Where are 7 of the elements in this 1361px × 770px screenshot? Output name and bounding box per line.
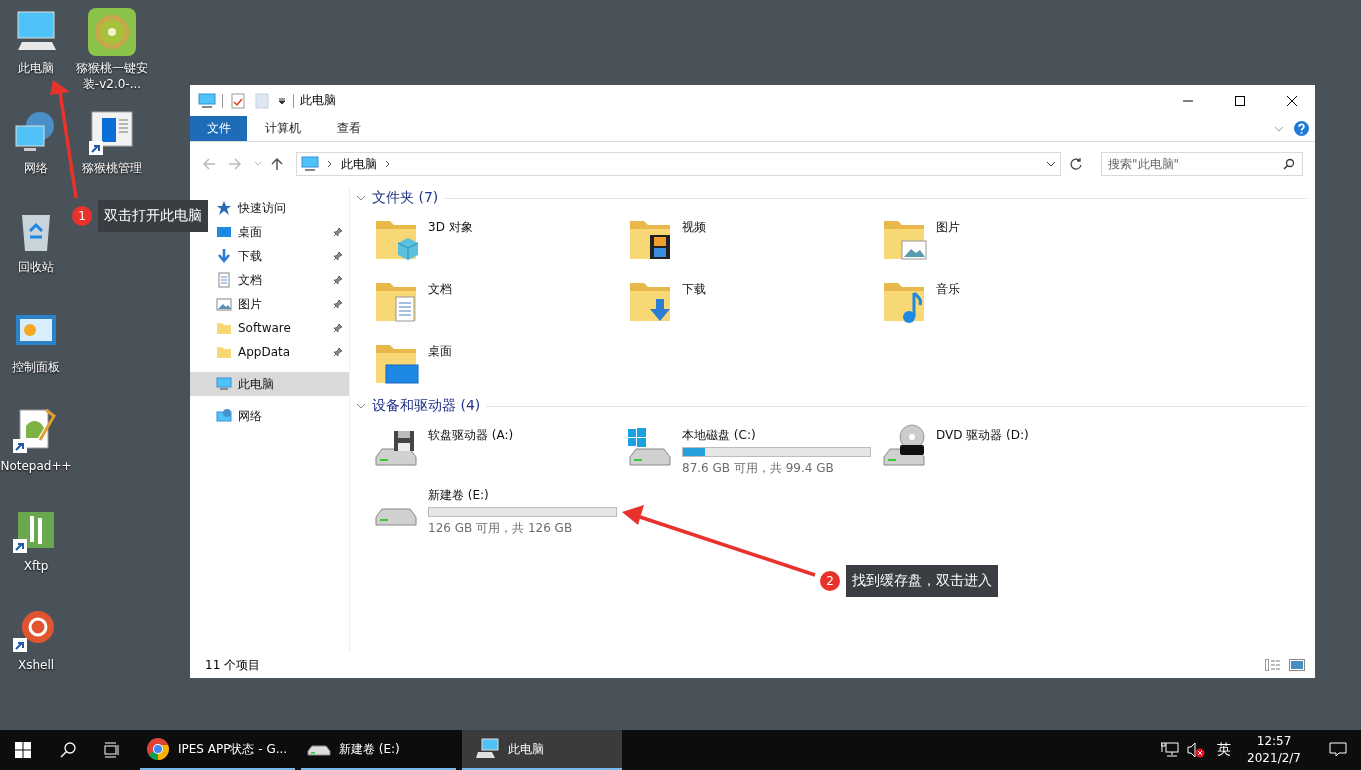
instruction-tooltip: 找到缓存盘，双击进入 <box>846 565 998 597</box>
capacity-text: 126 GB 可用，共 126 GB <box>428 520 574 537</box>
step-number-badge: 1 <box>72 206 92 226</box>
status-text: 11 个项目 <box>205 656 261 674</box>
capacity-text: 87.6 GB 可用，共 99.4 GB <box>682 460 835 477</box>
instruction-tooltip: 双击打开此电脑 <box>98 200 208 232</box>
window-title: 此电脑 <box>300 92 336 109</box>
